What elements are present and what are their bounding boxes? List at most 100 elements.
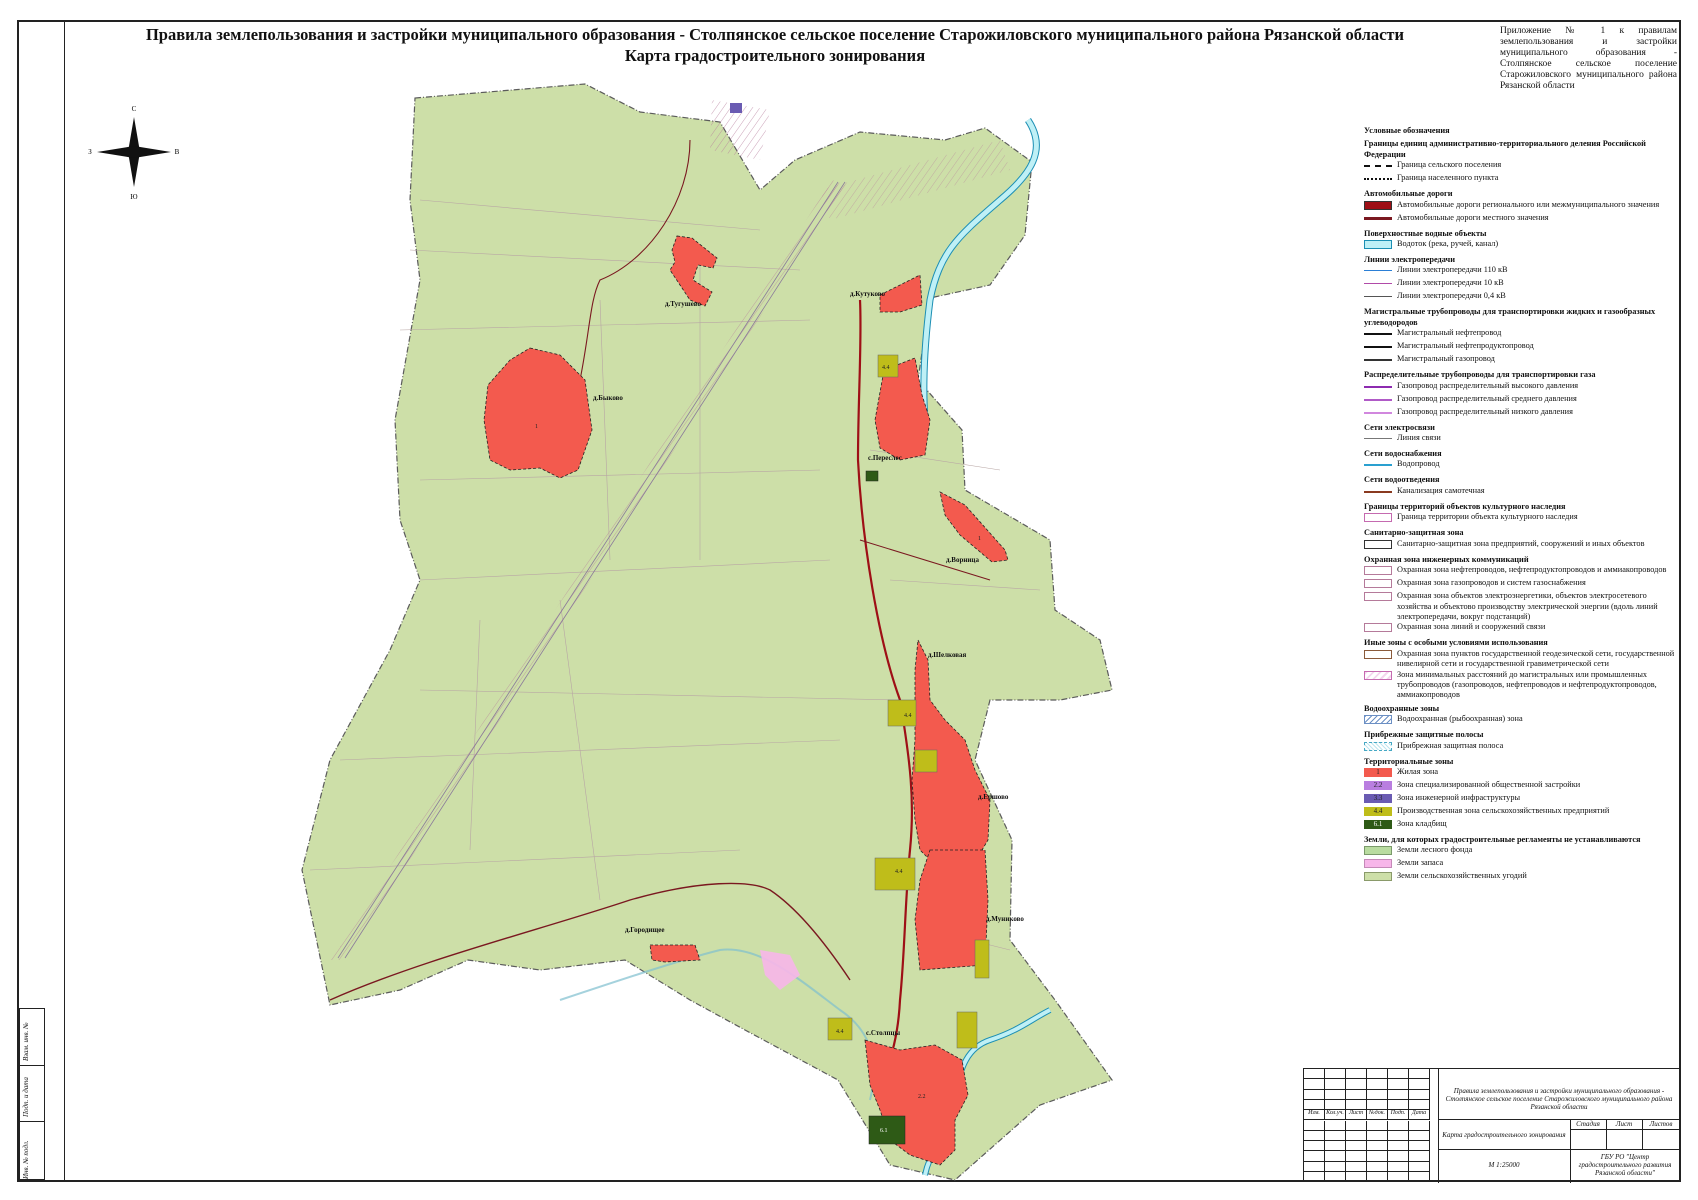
label-gorodishche: д.Городищее xyxy=(625,926,665,934)
title-block-cell xyxy=(1409,1069,1430,1080)
legend-label: Земли запаса xyxy=(1397,858,1444,868)
label-erasovo: д.Ершово xyxy=(978,793,1009,801)
title-block-cell xyxy=(1388,1130,1409,1142)
legend-swatch xyxy=(1364,270,1392,272)
legend-body: Границы единиц административно-территори… xyxy=(1364,139,1682,884)
legend-item: Зона минимальных расстояний до магистрал… xyxy=(1364,670,1682,701)
legend-item: Магистральный нефтепровод xyxy=(1364,328,1682,341)
compass-north: С xyxy=(132,105,137,113)
legend-item: Земли сельскохозяйственных угодий xyxy=(1364,871,1682,884)
title-block-cell xyxy=(1409,1079,1430,1090)
title-block-cell xyxy=(1325,1099,1346,1111)
legend-label: Линии электропередачи 10 кВ xyxy=(1397,278,1504,288)
legend-label: Охранная зона объектов электроэнергетики… xyxy=(1397,591,1658,621)
legend-label: Жилая зона xyxy=(1397,766,1439,776)
title-block-cell xyxy=(1367,1172,1388,1183)
zone-production-stolpty-east xyxy=(956,1011,978,1049)
code-cemetery-stolpty: 6.1 xyxy=(880,1128,888,1134)
legend-item: Линии электропередачи 0,4 кВ xyxy=(1364,291,1682,304)
legend-swatch xyxy=(1364,359,1392,362)
title-block-cell xyxy=(1388,1161,1409,1172)
legend-item: Водопровод xyxy=(1364,459,1682,472)
title-block-cell xyxy=(1367,1151,1388,1162)
title-block-cell xyxy=(1367,1161,1388,1172)
title-block-cell xyxy=(1346,1099,1367,1111)
legend-zone-code: 4.4 xyxy=(1373,806,1383,815)
legend-label: Санитарно-защитная зона предприятий, соо… xyxy=(1397,538,1645,548)
title-block-cell: №док. xyxy=(1367,1110,1388,1121)
title-block-cell xyxy=(1409,1099,1430,1111)
legend-swatch xyxy=(1364,872,1392,882)
legend-label: Автомобильные дороги местного значения xyxy=(1397,212,1549,222)
title-block-cell xyxy=(1367,1130,1388,1142)
legend-item: 1 Жилая зона xyxy=(1364,767,1682,780)
legend-item: 3.3 Зона инженерной инфраструктуры xyxy=(1364,793,1682,806)
legend-item: Канализация самотечная xyxy=(1364,486,1682,499)
legend-item: Прибрежная защитная полоса xyxy=(1364,741,1682,754)
legend-item: Водоток (река, ручей, канал) xyxy=(1364,239,1682,252)
legend-swatch xyxy=(1364,715,1392,725)
legend-label: Водопровод xyxy=(1397,459,1440,469)
code-production-pereles: 4.4 xyxy=(882,365,890,371)
title-block-cell xyxy=(1346,1079,1367,1090)
legend-label: Земли сельскохозяйственных угодий xyxy=(1397,871,1527,881)
title-block-cell xyxy=(1367,1120,1388,1131)
legend-section-heading: Иные зоны с особыми условиями использова… xyxy=(1364,638,1548,648)
side-stamp: Инв. № подл. Подп. и дата Взам. инв. № xyxy=(19,1008,45,1180)
label-bykovo: д.Быково xyxy=(593,394,623,402)
label-shelkovaya: д.Шелковая xyxy=(928,651,967,659)
legend-swatch xyxy=(1364,859,1392,869)
title-block-cell xyxy=(1409,1172,1430,1183)
compass-rose: С Ю В З xyxy=(88,105,179,201)
stamp-stage: Стадия xyxy=(1576,1120,1600,1128)
legend-section-heading: Распределительные трубопроводы для транс… xyxy=(1364,370,1596,380)
title-block-cell: Кол.уч. xyxy=(1325,1110,1346,1121)
legend-section-heading: Границы единиц административно-территори… xyxy=(1364,139,1646,159)
zone-cemetery-pereles xyxy=(865,470,879,482)
stamp-sheets: Листов xyxy=(1649,1120,1673,1128)
legend-item: Охранная зона линий и сооружений связи xyxy=(1364,622,1682,635)
legend-section-heading: Границы территорий объектов культурного … xyxy=(1364,501,1566,511)
legend-label: Газопровод распределительный среднего да… xyxy=(1397,393,1577,403)
legend-item: Линия связи xyxy=(1364,433,1682,446)
side-stamp-sign: Подп. и дата xyxy=(22,1077,30,1117)
legend-label: Водоток (река, ручей, канал) xyxy=(1397,239,1499,249)
legend-swatch: 3.3 xyxy=(1364,793,1392,803)
compass-west: З xyxy=(88,148,92,156)
title-block-cell xyxy=(1388,1141,1409,1152)
title-block-cell xyxy=(1409,1141,1430,1152)
legend-swatch xyxy=(1364,178,1392,181)
legend-swatch xyxy=(1364,200,1392,210)
legend-label: Граница населенного пункта xyxy=(1397,173,1499,183)
legend-swatch xyxy=(1364,592,1392,602)
legend-swatch xyxy=(1364,333,1392,336)
legend-swatch: 6.1 xyxy=(1364,819,1392,829)
label-vornitsa: д.Ворница xyxy=(946,556,979,564)
legend-item: Автомобильные дороги местного значения xyxy=(1364,213,1682,226)
label-stolpty: с.Столпцы xyxy=(866,1029,901,1037)
title-block-cell xyxy=(1325,1130,1346,1142)
title-block-cell xyxy=(1346,1130,1367,1142)
title-block-cell: Изм. xyxy=(1304,1110,1325,1121)
legend-label: Линия связи xyxy=(1397,433,1441,443)
legend-zone-code: 3.3 xyxy=(1373,793,1383,802)
title-block-cell xyxy=(1409,1161,1430,1172)
title-block: Изм. Кол.уч. Лист №док. Подп. Дата Правила зе… xyxy=(1303,1068,1681,1183)
code-production-stolpty: 4.4 xyxy=(836,1029,844,1035)
title-block-cell xyxy=(1388,1172,1409,1183)
code-residential-bykovo: 1 xyxy=(535,424,538,430)
legend-item: Граница сельского поселения xyxy=(1364,160,1682,173)
legend-swatch: 2.2 xyxy=(1364,780,1392,790)
legend-item: 6.1 Зона кладбищ xyxy=(1364,819,1682,832)
title-block-cell xyxy=(1325,1079,1346,1090)
legend-section-heading: Сети водоснабжения xyxy=(1364,449,1442,459)
title-block-cell xyxy=(1409,1120,1430,1131)
legend-swatch xyxy=(1364,296,1392,298)
legend-swatch xyxy=(1364,346,1392,349)
legend-label: Охранная зона нефтепроводов, нефтепродук… xyxy=(1397,565,1667,575)
title-block-cell xyxy=(1325,1161,1346,1172)
legend-item: Земли запаса xyxy=(1364,858,1682,871)
legend-section-heading: Земли, для которых градостроительные рег… xyxy=(1364,834,1641,844)
stamp-sheet: Лист xyxy=(1615,1120,1633,1128)
legend-item: Граница населенного пункта xyxy=(1364,173,1682,186)
